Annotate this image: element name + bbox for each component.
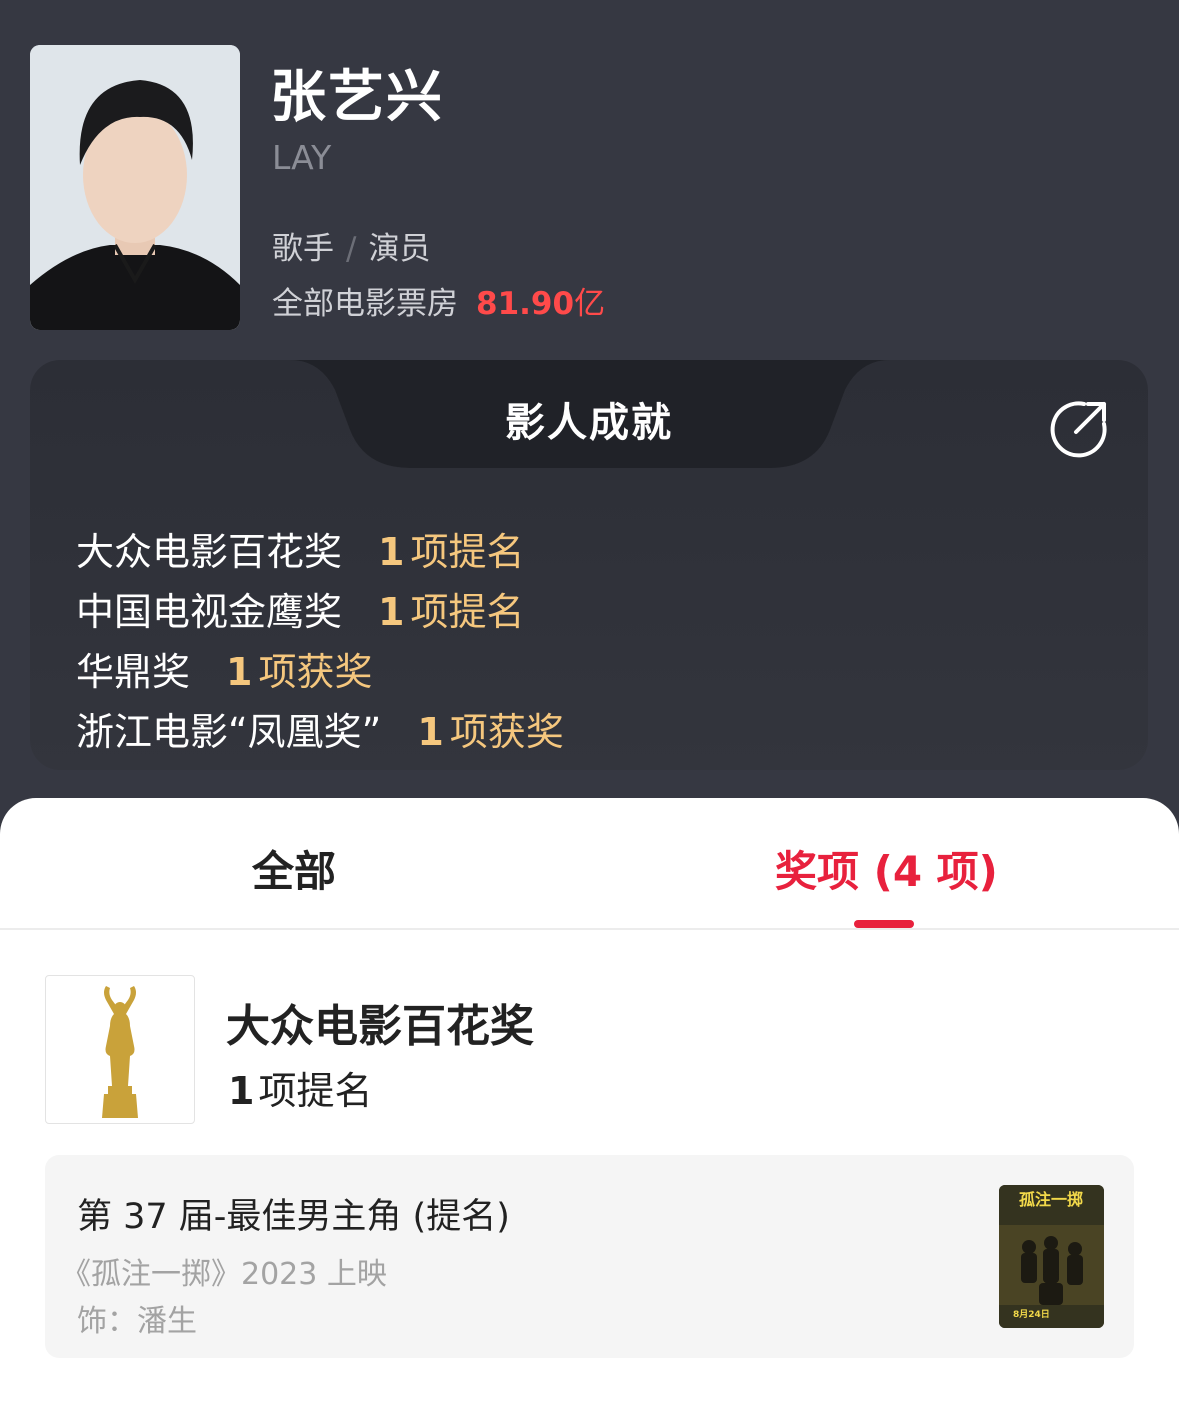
award-count-number: 1 [228,1069,255,1113]
achievement-award: 大众电影百花奖 [76,530,343,574]
achievements-list: 大众电影百花奖 1 项提名 中国电视金鹰奖 1 项提名 华鼎奖 1 项获奖 浙江电影“凤凰奖… [76,522,564,762]
achievements-panel: 影人成就 大众电影百花奖 1 项提名 中国电视金鹰奖 1 项提名 华鼎奖 1 项获奖 浙江电… [30,360,1148,770]
nomination-film: 《孤注一掷》2023 上映 [61,1257,387,1292]
poster-date: 8月24日 [1013,1309,1050,1320]
achievement-award: 华鼎奖 [76,650,191,694]
share-icon[interactable] [1050,398,1110,458]
achievement-row[interactable]: 浙江电影“凤凰奖” 1 项获奖 [76,702,564,762]
film-poster[interactable]: 孤注一掷 8月24日 [999,1185,1104,1328]
award-count-label: 项提名 [258,1069,373,1113]
achievement-count: 1 [378,530,405,574]
box-office-label: 全部电影票房 [272,286,458,322]
achievements-title: 影人成就 [505,400,673,446]
role-actor: 演员 [368,231,431,267]
role-separator: / [346,231,357,267]
box-office-value: 81.90 [476,286,575,322]
achievement-count: 1 [417,710,444,754]
achievement-count: 1 [378,590,405,634]
avatar-image [30,45,240,330]
achievement-row[interactable]: 大众电影百花奖 1 项提名 [76,522,564,582]
tab-all[interactable]: 全部 [252,838,336,899]
role-singer: 歌手 [272,231,334,267]
trophy-graphic [102,986,138,1118]
awards-sheet: 全部 奖项 (4 项) 大众电影百花奖 1 项提名 第 37 届-最佳男主角 (提… [0,798,1179,1412]
person-english-name: LAY [272,138,332,177]
award-name: 大众电影百花奖 [226,1001,534,1052]
achievement-award: 中国电视金鹰奖 [76,590,343,634]
nomination-title: 第 37 届-最佳男主角 (提名) [77,1197,510,1237]
achievement-type: 项获奖 [449,710,564,754]
tab-divider [0,928,1179,930]
award-count: 1 项提名 [228,1060,372,1115]
person-name: 张艺兴 [270,65,444,130]
achievement-row[interactable]: 中国电视金鹰奖 1 项提名 [76,582,564,642]
achievement-award: 浙江电影“凤凰奖” [76,710,382,754]
achievement-row[interactable]: 华鼎奖 1 项获奖 [76,642,564,702]
box-office: 全部电影票房 81.90亿 [272,278,605,323]
poster-image: 孤注一掷 8月24日 [999,1185,1104,1328]
trophy-icon [45,975,195,1124]
poster-title: 孤注一掷 [1019,1190,1083,1209]
nomination-card[interactable]: 第 37 届-最佳男主角 (提名) 《孤注一掷》2023 上映 饰：潘生 孤注一… [45,1155,1134,1358]
person-roles: 歌手 / 演员 [272,223,430,268]
achievement-type: 项提名 [410,590,525,634]
avatar[interactable] [30,45,240,330]
nomination-role: 饰：潘生 [77,1304,197,1339]
achievement-type: 项获奖 [258,650,373,694]
active-tab-indicator [854,920,914,928]
achievement-type: 项提名 [410,530,525,574]
box-office-unit: 亿 [574,286,606,322]
achievement-count: 1 [226,650,253,694]
tab-awards[interactable]: 奖项 (4 项) [775,838,998,899]
